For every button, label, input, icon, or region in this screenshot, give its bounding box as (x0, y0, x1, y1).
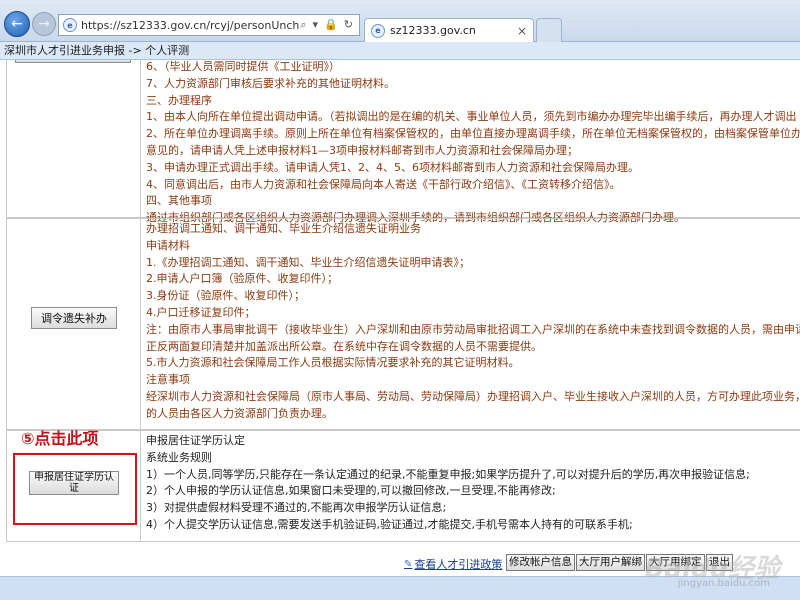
text-line: 7、人力资源部门审核后要求补充的其他证明材料。 (146, 76, 395, 90)
text-line: 3）对提供虚假材料受理不通过的,不能再次申报学历认证信息; (146, 501, 447, 515)
text-line: 4.户口迁移证复印件； (146, 305, 256, 319)
address-bar[interactable]: e https://sz12333.gov.cn/rcyj/personUnch… (58, 14, 360, 36)
text-line: 2、所在单位办理调离手续。原则上所在单位有档案保管权的，由单位直接办理离调手续，… (146, 127, 800, 141)
text-line: 6、（毕业人员需同时提供《工业证明》） (146, 60, 340, 73)
new-tab-button[interactable] (536, 18, 562, 42)
site-favicon-icon: e (63, 18, 77, 32)
text-line: 1、由本人向所在单位提出调动申请。（若拟调出的是在编的机关、事业单位人员，须先到… (146, 110, 797, 124)
text-line: 系统业务规则 (146, 450, 212, 464)
tab-close-icon[interactable]: × (517, 24, 527, 38)
text-line: 的人员由各区人力资源部门负责办理。 (146, 406, 333, 420)
forward-arrow-icon: → (38, 16, 50, 32)
main-content: 6、（毕业人员需同时提供《工业证明》） 7、人力资源部门审核后要求补充的其他证明材… (0, 60, 800, 570)
policy-link[interactable]: ✎ 查看人才引进政策 (404, 556, 502, 572)
lock-icon[interactable]: 🔒 (324, 18, 338, 32)
text-line: 2）个人申报的学历认证信息,如果窗口未受理的,可以撤回修改,一旦受理,不能再修改… (146, 484, 556, 498)
text-line: 2.申请人户口簿（验原件、收复印件）； (146, 272, 338, 286)
row-content: 6、（毕业人员需同时提供《工业证明》） 7、人力资源部门审核后要求补充的其他证明材… (142, 60, 800, 227)
text-line: 4）个人提交学历认证信息,需要发送手机验证码,验证通过,才能提交,手机号需本人持… (146, 517, 633, 531)
tab-favicon-icon: e (371, 23, 385, 38)
row-left-cell: 调令遗失补办 (7, 219, 141, 429)
row-content: 申报居住证学历认定 系统业务规则 1）一个人员,同等学历,只能存在一条认定通过的纪录… (142, 431, 800, 534)
text-line: 1）一个人员,同等学历,只能存在一条认定通过的纪录,不能重复申报;如果学历提升了… (146, 467, 750, 481)
browser-toolbar: ← → e https://sz12333.gov.cn/rcyj/person… (0, 0, 800, 42)
text-line: 正反两面复印清楚并加盖派出所公章。在系统中存在调令数据的人员不需要提供。 (146, 339, 542, 353)
text-line: 办理招调工通知、调干通知、毕业生介绍信遗失证明业务 (146, 222, 421, 235)
procedure-row: 6、（毕业人员需同时提供《工业证明》） 7、人力资源部门审核后要求补充的其他证明材… (6, 60, 800, 224)
text-line: 4、同意调出后，由市人力资源和社会保障局向本人寄送《干部行政介绍信》、《工资转移… (146, 177, 621, 191)
tab-title: sz12333.gov.cn (390, 24, 476, 37)
partial-row-button[interactable] (15, 60, 131, 63)
text-line: 意见的，请申请人凭上述申报材料1—3项申报材料邮寄到市人力资源和社会保障局办理； (146, 143, 578, 157)
row-left-cell (7, 60, 141, 217)
text-line: 注：由原市人事局审批调干（接收毕业生）入户深圳和由原市劳动局审批招调工入户深圳的… (146, 322, 800, 336)
search-icon[interactable]: ⌕ (300, 18, 306, 32)
back-arrow-icon: ← (11, 16, 23, 32)
policy-link-icon: ✎ (404, 558, 413, 570)
residence-degree-certification-button[interactable]: 申报居住证学历认证 (29, 471, 119, 495)
text-line: 申报居住证学历认定 (146, 434, 245, 447)
text-line: 四、其他事项 (146, 194, 212, 208)
row-content: 办理招调工通知、调干通知、毕业生介绍信遗失证明业务 申请材料 1.《办理招调工通知、… (142, 219, 800, 423)
text-line: 申请材料 (146, 238, 190, 252)
edit-account-button[interactable]: 修改帐户信息 (506, 554, 575, 571)
text-line: 5.市人力资源和社会保障局工作人员根据实际情况要求补充的其它证明材料。 (146, 356, 520, 370)
text-line: 3.身份证（验原件、收复印件）； (146, 289, 305, 303)
dropdown-icon[interactable]: ▾ (313, 18, 319, 32)
forward-button[interactable]: → (32, 12, 56, 36)
text-line: 三、办理程序 (146, 93, 212, 107)
text-line: 3、申请办理正式调出手续。请申请人凭1、2、4、5、6项材料邮寄到市人力资源和社… (146, 160, 639, 174)
residence-degree-row: ⑤点击此项 申报居住证学历认证 申报居住证学历认定 系统业务规则 1）一个人员,同等… (6, 429, 800, 542)
text-line: 经深圳市人力资源和社会保障局（原市人事局、劳动局、劳动保障局）办理招调入户、毕业… (146, 389, 800, 403)
breadcrumb: 深圳市人才引进业务申报 -> 个人评测 (0, 42, 800, 60)
address-url: https://sz12333.gov.cn/rcyj/personUnchec… (81, 18, 300, 32)
watermark-url: jingyan.baidu.com (677, 578, 770, 589)
text-line: 1.《办理招调工通知、调干通知、毕业生介绍信遗失证明申请表》； (146, 255, 470, 269)
active-tab[interactable]: e sz12333.gov.cn × (364, 18, 534, 42)
step-annotation: ⑤点击此项 (21, 429, 99, 448)
lost-transfer-letter-row: 调令遗失补办 办理招调工通知、调干通知、毕业生介绍信遗失证明业务 申请材料 1.《办… (6, 218, 800, 430)
address-icons: ⌕ ▾ 🔒 ↻ (300, 18, 359, 32)
back-button[interactable]: ← (4, 11, 30, 37)
refresh-icon[interactable]: ↻ (344, 18, 353, 32)
row-left-cell: ⑤点击此项 申报居住证学历认证 (7, 429, 141, 541)
lost-transfer-letter-button[interactable]: 调令遗失补办 (31, 307, 117, 329)
text-line: 注意事项 (146, 373, 190, 387)
hall-unbind-button[interactable]: 大厅用户解绑 (576, 554, 645, 571)
